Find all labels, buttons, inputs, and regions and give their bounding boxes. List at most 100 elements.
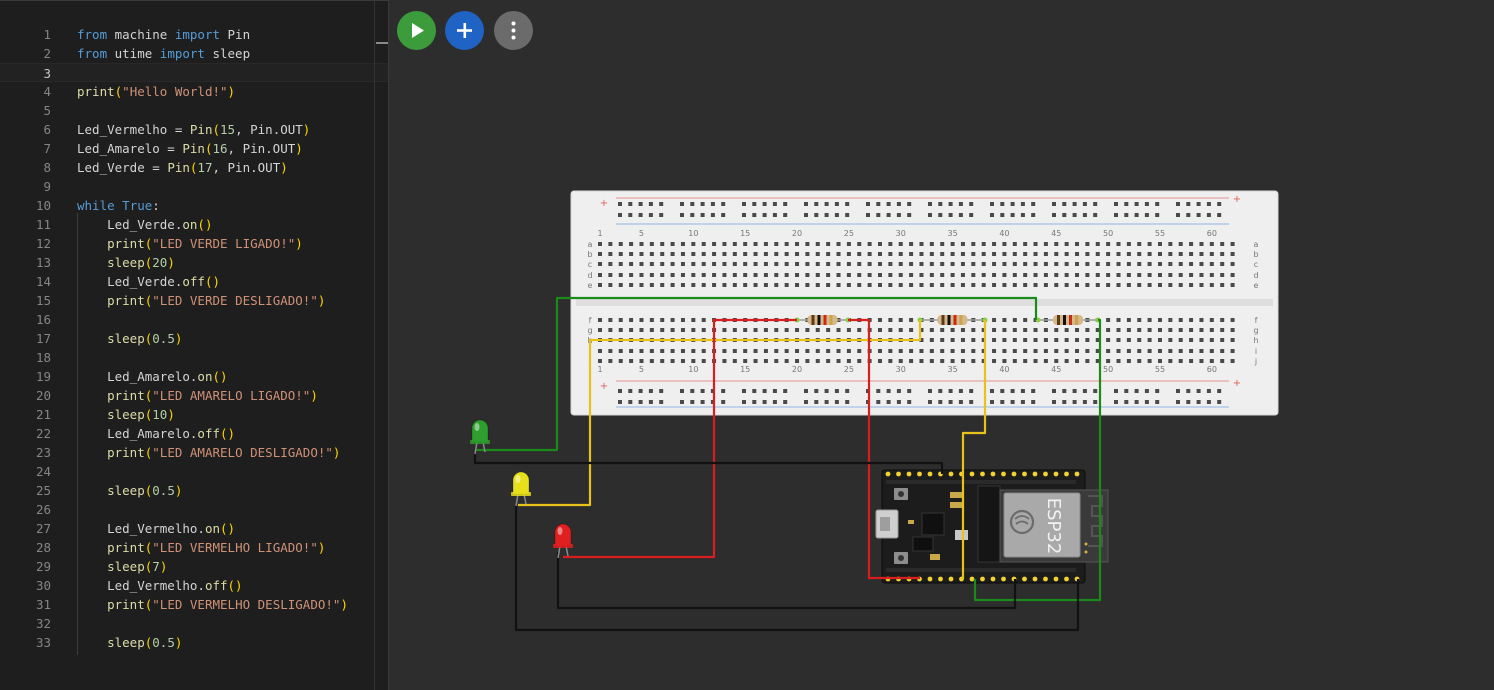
- breadboard-hole: [1054, 328, 1059, 332]
- code-line[interactable]: 3: [0, 63, 388, 82]
- code-line[interactable]: 4 print("Hello World!"): [0, 82, 388, 101]
- code-line[interactable]: 8 Led_Verde = Pin(17, Pin.OUT): [0, 158, 388, 177]
- code-token: import: [159, 46, 205, 61]
- breadboard-hole: [1189, 252, 1194, 256]
- led-yellow[interactable]: [511, 471, 531, 507]
- line-number: 13: [35, 255, 51, 270]
- code-line[interactable]: 6 Led_Vermelho = Pin(15, Pin.OUT): [0, 120, 388, 139]
- breadboard[interactable]: + ++ +115510101515202025253030353540404545…: [570, 190, 1279, 416]
- esp32-pin[interactable]: [1022, 471, 1027, 477]
- editor-scrollbar[interactable]: [374, 0, 375, 690]
- code-line[interactable]: 18: [0, 348, 388, 367]
- simulation-canvas[interactable]: + + + +1 1 5 5 10 10 15 15 20 20 25 25 30 30 35 35 40 40 45 45…: [389, 0, 1494, 690]
- breadboard-hole: [1064, 283, 1069, 287]
- breadboard-hole: [815, 273, 820, 277]
- code-line[interactable]: 13 sleep(20): [0, 253, 388, 272]
- code-line[interactable]: 2 from utime import sleep: [0, 44, 388, 63]
- esp32-pin[interactable]: [990, 471, 996, 477]
- esp32-pin[interactable]: [938, 576, 943, 582]
- code-line[interactable]: 12 print("LED VERDE LIGADO!"): [0, 234, 388, 253]
- esp32-pin[interactable]: [980, 471, 985, 477]
- add-part-button[interactable]: [445, 11, 484, 50]
- code-line[interactable]: 7 Led_Amarelo = Pin(16, Pin.OUT): [0, 139, 388, 158]
- breadboard-hole: [826, 242, 831, 246]
- esp32-pin[interactable]: [948, 471, 954, 477]
- esp32-pin[interactable]: [1053, 471, 1059, 477]
- start-simulation-button[interactable]: [397, 11, 436, 50]
- code-line[interactable]: 23 print("LED AMARELO DESLIGADO!"): [0, 443, 388, 462]
- code-line[interactable]: 17 sleep(0.5): [0, 329, 388, 348]
- code-line[interactable]: 11 Led_Verde.on(): [0, 215, 388, 234]
- esp32-pin[interactable]: [906, 471, 912, 477]
- code-line[interactable]: 28 print("LED VERMELHO LIGADO!"): [0, 538, 388, 557]
- code-line[interactable]: 29 sleep(7): [0, 557, 388, 576]
- esp32-pin[interactable]: [980, 576, 985, 582]
- code-line[interactable]: 22 Led_Amarelo.off(): [0, 424, 388, 443]
- code-token: ): [167, 255, 175, 270]
- esp32-pin[interactable]: [1064, 471, 1069, 477]
- code-line[interactable]: 10 while True:: [0, 196, 388, 215]
- column-number: 60: [1207, 365, 1217, 374]
- code-line[interactable]: 25 sleep(0.5): [0, 481, 388, 500]
- esp32-pin[interactable]: [1011, 471, 1017, 477]
- esp32-pin[interactable]: [927, 471, 933, 477]
- rail-hole: [680, 400, 684, 404]
- esp32-pin[interactable]: [885, 471, 891, 477]
- esp32-pin[interactable]: [1074, 471, 1080, 477]
- code-line[interactable]: 30 Led_Vermelho.off(): [0, 576, 388, 595]
- breadboard-hole: [805, 252, 810, 256]
- code-line[interactable]: 33 sleep(0.5): [0, 633, 388, 652]
- code-line[interactable]: 24: [0, 462, 388, 481]
- code-line[interactable]: 21 sleep(10): [0, 405, 388, 424]
- code-line[interactable]: 32: [0, 614, 388, 633]
- led-body[interactable]: [512, 471, 530, 495]
- esp32-pin[interactable]: [1022, 576, 1027, 582]
- breadboard-hole: [877, 252, 882, 256]
- breadboard-hole: [1043, 328, 1048, 332]
- more-options-button[interactable]: [494, 11, 533, 50]
- rail-hole: [948, 213, 953, 217]
- breadboard-hole: [1137, 349, 1142, 353]
- esp32-pin[interactable]: [1001, 471, 1006, 477]
- esp32-pin[interactable]: [969, 471, 975, 477]
- esp32-pin[interactable]: [917, 471, 922, 477]
- esp32-pin[interactable]: [1032, 576, 1038, 582]
- esp32-pin[interactable]: [1043, 576, 1048, 582]
- code-line[interactable]: 26: [0, 500, 388, 519]
- wire-black-gnd-green[interactable]: [473, 452, 944, 474]
- code-line[interactable]: 5: [0, 101, 388, 120]
- esp32-pin[interactable]: [969, 576, 975, 582]
- code-line[interactable]: 1 from machine import Pin: [0, 25, 388, 44]
- code-line[interactable]: 31 print("LED VERMELHO DESLIGADO!"): [0, 595, 388, 614]
- led-red[interactable]: [553, 523, 573, 559]
- esp32-pin[interactable]: [896, 471, 901, 477]
- breadboard-hole: [795, 328, 800, 332]
- code-line[interactable]: 9: [0, 177, 388, 196]
- circuit-diagram[interactable]: + ++ +115510101515202025253030353540404545…: [389, 0, 1494, 690]
- esp32-pin[interactable]: [1064, 576, 1069, 582]
- esp32-pin[interactable]: [1032, 471, 1038, 477]
- esp32-pin[interactable]: [1043, 471, 1048, 477]
- code-line[interactable]: 14 Led_Verde.off(): [0, 272, 388, 291]
- esp32-board[interactable]: ESP32: [875, 469, 1109, 584]
- breadboard-hole: [1064, 349, 1069, 353]
- code-editor[interactable]: 1 from machine import Pin 2 from utime impo…: [0, 0, 389, 690]
- led-body[interactable]: [554, 523, 572, 547]
- esp32-pin[interactable]: [990, 576, 996, 582]
- breadboard-hole: [1033, 273, 1038, 277]
- code-line[interactable]: 19 Led_Amarelo.on(): [0, 367, 388, 386]
- esp32-pin[interactable]: [927, 576, 933, 582]
- code-line[interactable]: 20 print("LED AMARELO LIGADO!"): [0, 386, 388, 405]
- esp32-pin[interactable]: [1001, 576, 1006, 582]
- esp32-pin[interactable]: [948, 576, 954, 582]
- code-line[interactable]: 16: [0, 310, 388, 329]
- led-body[interactable]: [471, 419, 489, 443]
- code-line[interactable]: 15 print("LED VERDE DESLIGADO!"): [0, 291, 388, 310]
- rail-hole: [659, 389, 664, 393]
- rail-hole: [1134, 400, 1139, 404]
- esp32-pin[interactable]: [1053, 576, 1059, 582]
- code-line[interactable]: 27 Led_Vermelho.on(): [0, 519, 388, 538]
- breadboard-hole: [815, 242, 820, 246]
- breadboard-hole: [701, 283, 706, 287]
